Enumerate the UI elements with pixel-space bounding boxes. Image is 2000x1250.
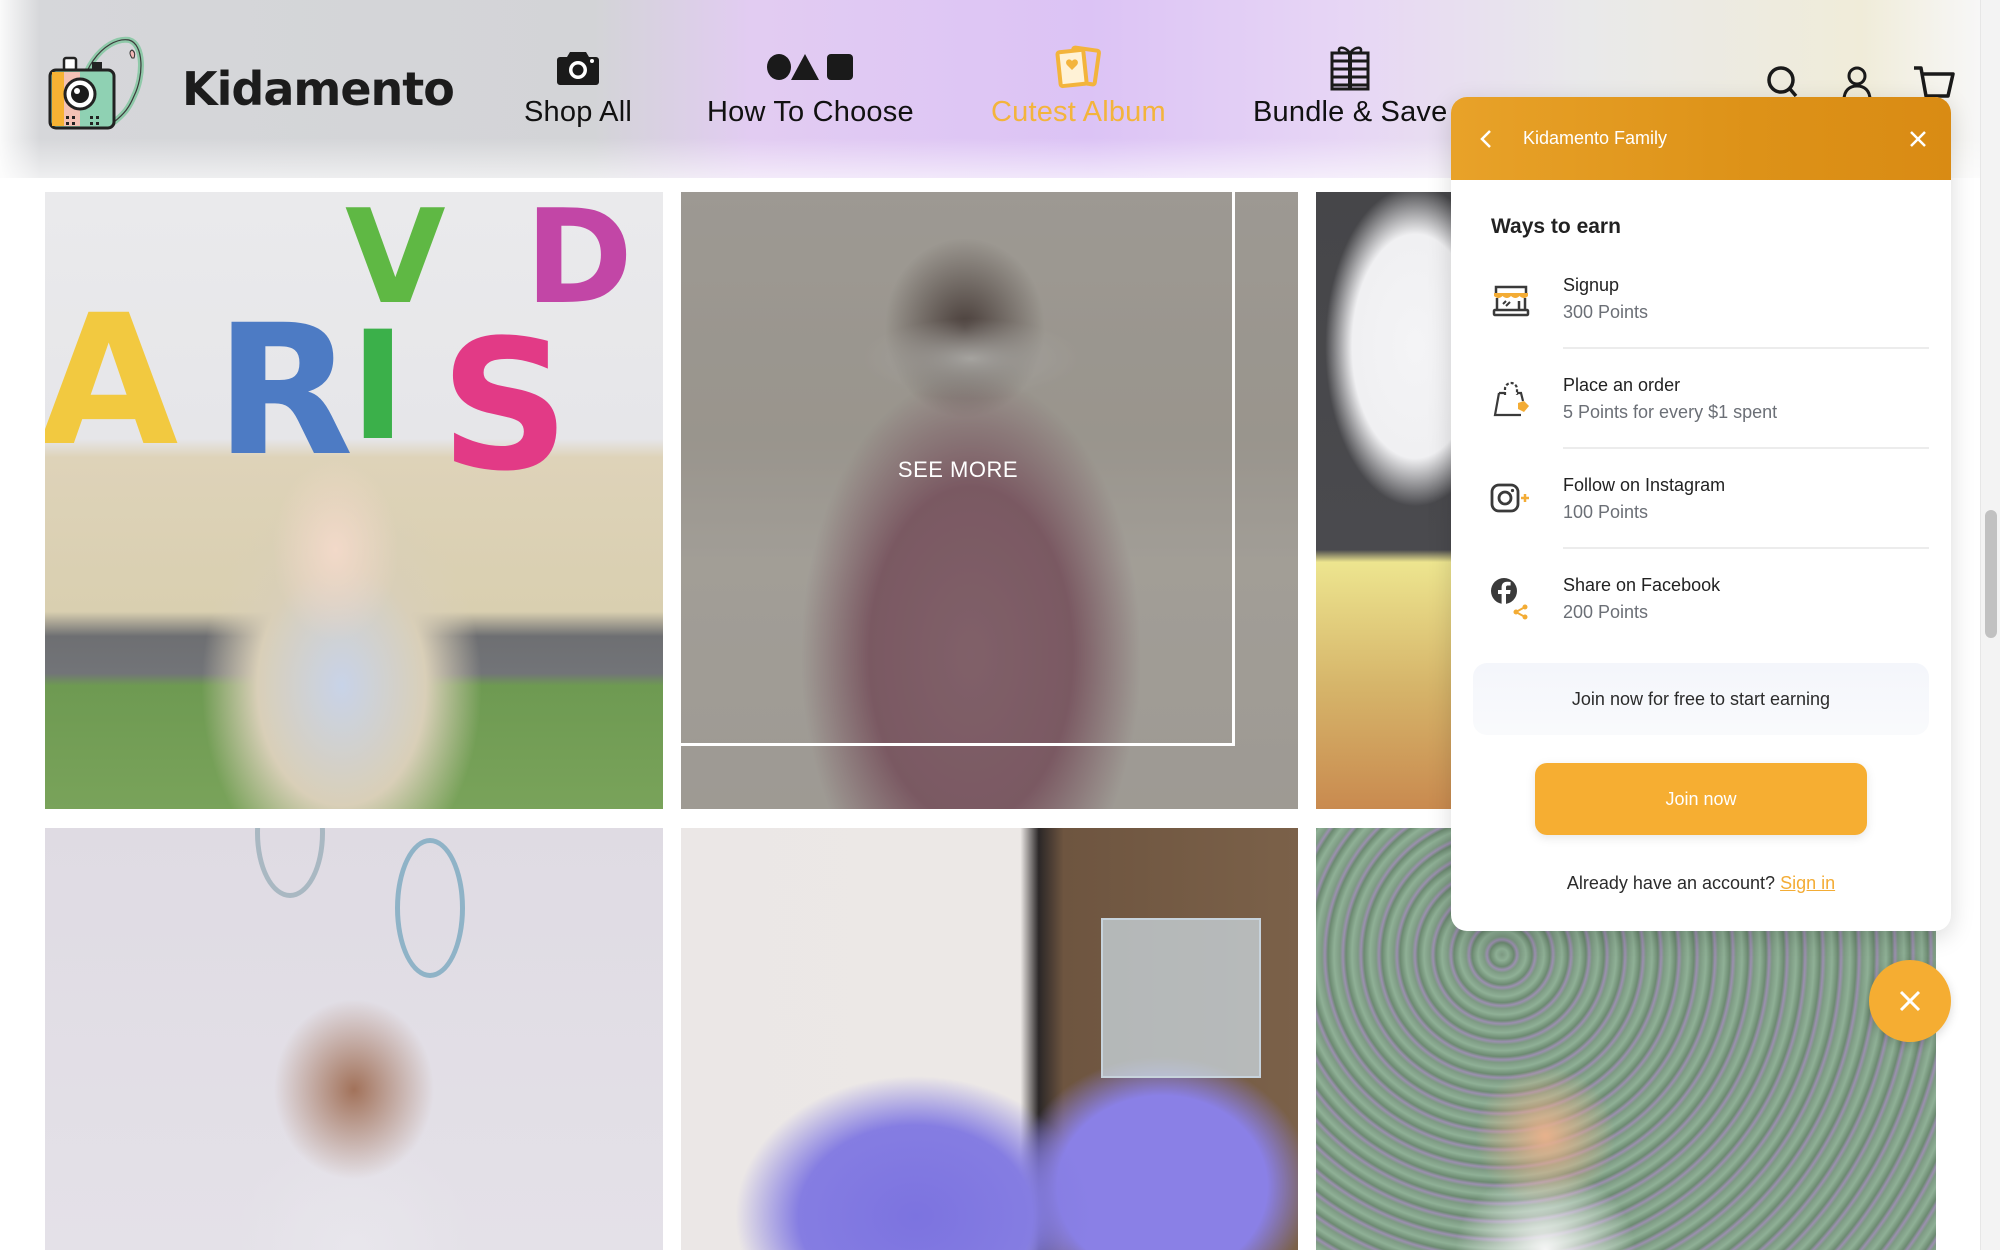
join-now-button[interactable]: Join now — [1535, 763, 1867, 835]
signin-prompt-text: Already have an account? — [1566, 873, 1776, 893]
signin-prompt: Already have an account? Sign in — [1473, 873, 1929, 894]
nav-item-shop-all[interactable]: Shop All — [524, 42, 632, 138]
gallery-tile[interactable] — [681, 828, 1298, 1250]
nav-label: Bundle & Save — [1253, 96, 1448, 128]
see-more-label[interactable]: SEE MORE — [681, 457, 1235, 483]
nav-item-how-to-choose[interactable]: How To Choose — [707, 42, 914, 138]
earn-item-facebook[interactable]: Share on Facebook 200 Points — [1491, 549, 1929, 649]
instagram-icon — [1483, 471, 1539, 527]
earn-points: 300 Points — [1563, 302, 1649, 322]
earn-text: Share on Facebook 200 Points — [1563, 575, 1720, 623]
earn-points: 5 Points for every $1 spent — [1563, 402, 1778, 422]
page-scrollbar[interactable] — [1980, 0, 2000, 1250]
sign-in-link[interactable]: Sign in — [1780, 873, 1835, 893]
rewards-launcher-close-button[interactable] — [1869, 960, 1951, 1042]
earn-text: Place an order 5 Points for every $1 spe… — [1563, 375, 1777, 423]
earn-item-instagram[interactable]: Follow on Instagram 100 Points — [1490, 449, 1929, 549]
scrollbar-thumb[interactable] — [1985, 510, 1997, 638]
chevron-left-icon[interactable] — [1471, 124, 1501, 154]
nav-item-cutest-album[interactable]: Cutest Album — [991, 42, 1166, 138]
gallery-tile[interactable]: A R I S V D — [45, 192, 663, 809]
shopping-bag-icon — [1483, 371, 1539, 427]
photo-background-letters: A R I S V D — [45, 192, 633, 511]
gallery-tile-hover[interactable]: SEE MORE — [681, 192, 1298, 809]
nav-label: Cutest Album — [991, 96, 1166, 128]
earn-name: Follow on Instagram — [1563, 475, 1726, 495]
join-hint-banner: Join now for free to start earning — [1473, 663, 1929, 735]
close-icon[interactable] — [1903, 124, 1933, 154]
nav-item-bundle-save[interactable]: Bundle & Save — [1253, 42, 1447, 138]
brand-logo[interactable]: Kidamento — [44, 36, 455, 136]
loyalty-panel: Kidamento Family Ways to earn Signup 300… — [1451, 97, 1951, 931]
camera-mascot-logo-icon — [44, 36, 174, 136]
loyalty-panel-header: Kidamento Family — [1451, 97, 1951, 180]
earn-name: Place an order — [1563, 375, 1681, 395]
loyalty-panel-title: Kidamento Family — [1523, 128, 1668, 148]
photo-rope — [395, 838, 465, 978]
earn-item-place-order[interactable]: Place an order 5 Points for every $1 spe… — [1491, 349, 1929, 449]
photo-album-icon — [1053, 42, 1103, 92]
ways-to-earn-list: Signup 300 Points Place an order 5 Point… — [1490, 249, 1929, 649]
earn-text: Follow on Instagram 100 Points — [1563, 475, 1725, 523]
loyalty-panel-body: Ways to earn Signup 300 Points Place an … — [1451, 215, 1951, 894]
earn-item-signup[interactable]: Signup 300 Points — [1491, 249, 1929, 349]
nav-label: How To Choose — [707, 96, 914, 128]
section-title: Ways to earn — [1491, 215, 1621, 238]
nav-label: Shop All — [524, 96, 633, 128]
earn-points: 200 Points — [1563, 602, 1649, 622]
storefront-icon — [1483, 271, 1539, 327]
gift-icon — [1328, 42, 1372, 92]
earn-name: Signup — [1563, 275, 1620, 295]
close-icon — [1899, 990, 1921, 1012]
header-fade — [0, 0, 40, 178]
brand-name: Kidamento — [182, 62, 455, 116]
shapes-icon — [765, 42, 855, 92]
facebook-share-icon — [1483, 571, 1539, 627]
earn-points: 100 Points — [1563, 502, 1649, 522]
camera-icon — [556, 42, 600, 92]
earn-name: Share on Facebook — [1563, 575, 1721, 595]
gallery-tile[interactable] — [45, 828, 663, 1250]
earn-text: Signup 300 Points — [1563, 275, 1648, 323]
photo-jar — [1101, 918, 1261, 1078]
photo-rope — [255, 828, 325, 898]
